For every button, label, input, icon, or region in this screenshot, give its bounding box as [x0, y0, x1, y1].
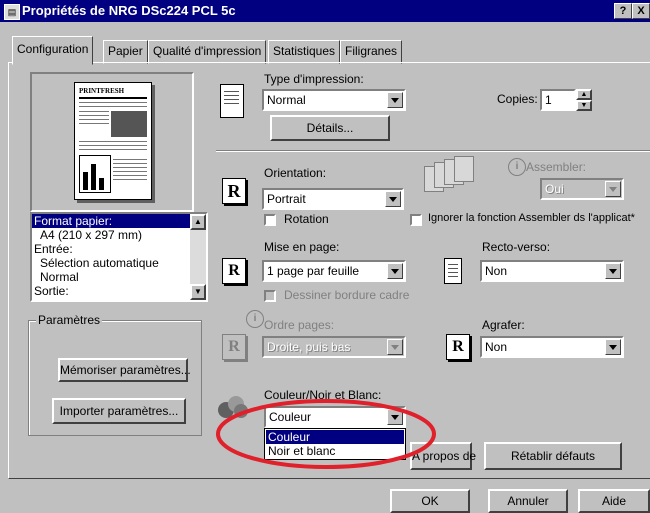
- staple-icon: R: [446, 334, 470, 360]
- title-bar: ▤ Propriétés de NRG DSc224 PCL 5c ? X: [0, 0, 650, 22]
- info-item-a4: A4 (210 x 297 mm): [40, 228, 143, 242]
- copies-label: Copies:: [497, 92, 538, 106]
- print-type-value: Normal: [267, 93, 306, 107]
- ignore-collate-label: Ignorer la fonction Assembler ds l'appli…: [428, 212, 635, 224]
- layout-label: Mise en page:: [264, 240, 340, 254]
- info-icon[interactable]: i: [508, 158, 526, 176]
- details-button[interactable]: Détails...: [270, 115, 390, 141]
- ignore-collate-checkbox[interactable]: [410, 214, 422, 226]
- orientation-label: Orientation:: [264, 166, 327, 180]
- page-order-select[interactable]: Droite, puis bas: [262, 336, 406, 358]
- layout-select[interactable]: 1 page par feuille: [262, 260, 406, 282]
- reset-defaults-button[interactable]: Rétablir défauts: [484, 442, 622, 470]
- duplex-value: Non: [485, 264, 508, 278]
- import-settings-button[interactable]: Importer paramètres...: [52, 398, 186, 424]
- rotation-checkbox[interactable]: [264, 214, 276, 226]
- collate-select[interactable]: Oui: [540, 178, 624, 200]
- info-item-format: Format papier:: [32, 214, 192, 228]
- printer-icon: ▤: [4, 4, 20, 20]
- info-listbox[interactable]: Format papier: A4 (210 x 297 mm) Entrée:…: [30, 212, 208, 302]
- preview-masthead: PRINTFRESH: [79, 87, 125, 95]
- tab-statistiques[interactable]: Statistiques: [268, 40, 341, 64]
- highlight-ellipse: [216, 399, 436, 469]
- collate-label: Assembler:: [526, 160, 587, 174]
- rotation-label: Rotation: [284, 212, 329, 226]
- preview-page: PRINTFRESH: [74, 82, 152, 200]
- tab-papier[interactable]: Papier: [103, 40, 148, 64]
- chevron-down-icon[interactable]: [387, 263, 403, 279]
- info-item-selection: Sélection automatique: [40, 256, 159, 270]
- orientation-value: Portrait: [267, 192, 306, 206]
- help-button[interactable]: Aide: [578, 489, 650, 513]
- info-icon[interactable]: i: [246, 310, 264, 328]
- chevron-down-icon[interactable]: [385, 191, 401, 207]
- close-title-button[interactable]: X: [632, 3, 650, 19]
- orientation-select[interactable]: Portrait: [262, 188, 404, 210]
- settings-group-label: Paramètres: [36, 313, 103, 327]
- chevron-down-icon[interactable]: [387, 339, 403, 355]
- save-settings-button[interactable]: Mémoriser paramètres...: [58, 358, 191, 382]
- scroll-up-icon[interactable]: ▲: [190, 214, 206, 230]
- info-item-sortie: Sortie:: [34, 284, 69, 298]
- info-item-normal: Normal: [40, 270, 79, 284]
- staple-value: Non: [485, 340, 508, 354]
- staple-label: Agrafer:: [482, 318, 525, 332]
- tab-configuration[interactable]: Configuration: [12, 36, 94, 65]
- draw-border-checkbox[interactable]: [264, 290, 276, 302]
- print-type-select[interactable]: Normal: [262, 89, 406, 111]
- ok-button[interactable]: OK: [390, 489, 470, 513]
- staple-select[interactable]: Non: [480, 336, 624, 358]
- tab-filigranes[interactable]: Filigranes: [340, 40, 403, 64]
- info-item-entree: Entrée:: [34, 242, 73, 256]
- spin-up-icon[interactable]: ▲: [576, 89, 592, 100]
- print-type-label: Type d'impression:: [264, 72, 364, 86]
- layout-icon: R: [222, 258, 246, 284]
- scroll-down-icon[interactable]: ▼: [190, 284, 206, 300]
- cancel-button[interactable]: Annuler: [488, 489, 568, 513]
- collate-value: Oui: [545, 182, 564, 196]
- orientation-icon: R: [222, 178, 246, 204]
- chevron-down-icon[interactable]: [605, 339, 621, 355]
- duplex-label: Recto-verso:: [482, 240, 551, 254]
- page-order-value: Droite, puis bas: [267, 340, 351, 354]
- window-title: Propriétés de NRG DSc224 PCL 5c: [22, 3, 236, 18]
- page-preview: PRINTFRESH: [30, 72, 194, 212]
- copies-spinner[interactable]: ▲ ▼: [576, 89, 592, 111]
- page-order-icon: R: [222, 334, 246, 360]
- tab-qualite-impression[interactable]: Qualité d'impression: [148, 40, 267, 64]
- print-type-icon: [220, 84, 244, 118]
- copies-input[interactable]: 1: [540, 89, 576, 111]
- duplex-select[interactable]: Non: [480, 260, 624, 282]
- spin-down-icon[interactable]: ▼: [576, 100, 592, 111]
- collate-pages-icon: [424, 156, 490, 192]
- info-scrollbar[interactable]: ▲ ▼: [190, 214, 206, 300]
- layout-value: 1 page par feuille: [267, 264, 360, 278]
- duplex-icon: [444, 258, 462, 284]
- chevron-down-icon[interactable]: [387, 92, 403, 108]
- chevron-down-icon[interactable]: [605, 181, 621, 197]
- draw-border-label: Dessiner bordure cadre: [284, 288, 410, 302]
- help-title-button[interactable]: ?: [614, 3, 632, 19]
- separator: [216, 150, 650, 152]
- chevron-down-icon[interactable]: [605, 263, 621, 279]
- page-order-label: Ordre pages:: [264, 318, 335, 332]
